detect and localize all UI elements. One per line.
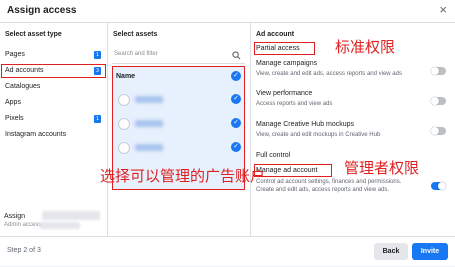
annotation-admin: 管理者权限 <box>344 159 420 177</box>
manage-campaigns-toggle[interactable] <box>431 67 446 75</box>
asset-type-label: Instagram accounts <box>5 131 67 138</box>
permissions-heading: Ad account <box>256 31 295 38</box>
annotation-select: 选择可以管理的广告账户 <box>100 167 266 185</box>
row-checkbox[interactable]: ✓ <box>231 118 241 128</box>
search-placeholder: Search and filter <box>114 51 158 57</box>
asset-type-column: Select asset type Pages 1 Ad accounts 3 … <box>0 23 108 236</box>
annotation-box <box>254 42 315 55</box>
ad-account-icon <box>118 94 130 106</box>
ad-account-icon <box>118 142 130 154</box>
back-button[interactable]: Back <box>374 243 408 260</box>
search-icon <box>232 51 241 60</box>
redacted-name <box>40 222 80 229</box>
asset-type-label: Pixels <box>5 115 24 122</box>
step-indicator: Step 2 of 3 <box>7 247 41 254</box>
select-all-checkbox[interactable]: ✓ <box>231 71 241 81</box>
view-performance-desc: Access reports and view ads <box>256 101 333 107</box>
count-badge: 1 <box>94 115 101 123</box>
view-performance-title: View performance <box>256 90 313 97</box>
manage-ad-account-desc: Control ad account settings, finances an… <box>256 179 402 193</box>
name-column-header: Name <box>116 73 136 80</box>
assign-label: Assign <box>4 213 26 220</box>
view-performance-toggle[interactable] <box>431 97 446 105</box>
asset-type-label: Ad accounts <box>5 67 44 74</box>
redacted-name <box>42 211 100 220</box>
row-checkbox[interactable]: ✓ <box>231 142 241 152</box>
creative-hub-toggle[interactable] <box>431 127 446 135</box>
asset-type-heading: Select asset type <box>5 31 62 38</box>
asset-type-ad-accounts[interactable]: Ad accounts 3 <box>0 63 107 79</box>
dialog-footer: Step 2 of 3 Back Invite <box>0 236 455 267</box>
dialog-header: Assign access × <box>0 0 455 23</box>
dialog-title: Assign access <box>7 5 77 16</box>
asset-type-catalogues[interactable]: Catalogues <box>0 79 107 95</box>
asset-type-pixels[interactable]: Pixels 1 <box>0 111 107 127</box>
count-badge: 3 <box>94 67 101 75</box>
count-badge: 1 <box>94 51 101 59</box>
annotation-box <box>254 164 332 177</box>
full-control-label: Full control <box>256 152 291 159</box>
search-input[interactable]: Search and filter <box>112 49 245 64</box>
asset-type-label: Apps <box>5 99 21 106</box>
assign-access-dialog: Assign access × Select asset type Pages … <box>0 0 455 266</box>
assets-heading: Select assets <box>113 31 158 38</box>
manage-campaigns-title: Manage campaigns <box>256 60 318 67</box>
asset-type-apps[interactable]: Apps <box>0 95 107 111</box>
creative-hub-desc: View, create and edit mockups in Creativ… <box>256 132 381 138</box>
annotation-partial: 标准权限 <box>335 38 396 56</box>
assets-column: Select assets Search and filter Name ✓ ✓… <box>108 23 251 236</box>
asset-type-pages[interactable]: Pages 1 <box>0 47 107 63</box>
row-checkbox[interactable]: ✓ <box>231 94 241 104</box>
asset-type-label: Pages <box>5 51 25 58</box>
manage-ad-account-toggle[interactable] <box>431 182 446 190</box>
ad-account-icon <box>118 118 130 130</box>
assign-sublabel: Admin access <box>4 222 42 228</box>
manage-campaigns-desc: View, create and edit ads, access report… <box>256 71 402 77</box>
redacted-account-name <box>135 120 163 127</box>
creative-hub-title: Manage Creative Hub mockups <box>256 121 355 128</box>
invite-button[interactable]: Invite <box>412 243 448 260</box>
asset-type-label: Catalogues <box>5 83 41 90</box>
close-icon[interactable]: × <box>439 3 447 17</box>
asset-type-list: Pages 1 Ad accounts 3 Catalogues Apps Pi… <box>0 47 107 143</box>
asset-type-instagram[interactable]: Instagram accounts <box>0 127 107 143</box>
redacted-account-name <box>135 144 163 151</box>
redacted-account-name <box>135 96 163 103</box>
